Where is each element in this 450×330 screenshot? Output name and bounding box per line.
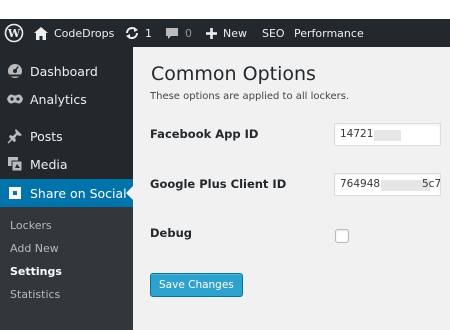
sidebar-item-label: Posts — [30, 128, 63, 144]
share-icon — [1, 179, 29, 207]
page-description: These options are applied to all lockers… — [150, 91, 350, 102]
submenu-item-statistics[interactable]: Statistics — [10, 288, 60, 301]
google-plus-client-id-input[interactable]: 764948 5c7 — [334, 173, 441, 196]
new-label: New — [223, 26, 247, 40]
page-title: Common Options — [151, 63, 316, 85]
submenu-item-settings[interactable]: Settings — [10, 265, 62, 278]
sidebar-item-posts[interactable]: Posts — [0, 122, 133, 150]
sidebar-item-label: Media — [30, 156, 68, 172]
sidebar-item-label: Share on Social — [30, 185, 127, 201]
updates-icon — [124, 26, 140, 40]
google-plus-client-id-label: Google Plus Client ID — [150, 177, 287, 191]
redacted-value-blur — [374, 130, 401, 141]
submenu-item-lockers[interactable]: Lockers — [10, 219, 52, 232]
dashboard-icon — [1, 57, 29, 85]
sidebar-item-media[interactable]: Media — [0, 150, 133, 178]
svg-text:W: W — [7, 27, 21, 40]
updates-button[interactable]: 1 — [124, 19, 152, 47]
comments-count: 0 — [185, 26, 192, 40]
save-changes-button[interactable]: Save Changes — [150, 273, 243, 297]
wordpress-logo-icon: W — [4, 23, 24, 43]
debug-label: Debug — [150, 226, 192, 240]
settings-content: Common Options These options are applied… — [133, 47, 450, 330]
sidebar-item-dashboard[interactable]: Dashboard — [0, 57, 133, 85]
admin-sidebar: Dashboard Analytics Posts Media Share on… — [0, 47, 133, 330]
performance-menu[interactable]: Performance — [294, 19, 364, 47]
seo-menu[interactable]: SEO — [262, 19, 285, 47]
site-name-link[interactable]: CodeDrops — [34, 19, 114, 47]
sidebar-item-label: Analytics — [30, 91, 87, 107]
updates-count: 1 — [145, 26, 152, 40]
submenu-item-add-new[interactable]: Add New — [10, 242, 59, 255]
facebook-app-id-label: Facebook App ID — [150, 127, 259, 141]
media-icon — [1, 150, 29, 178]
facebook-app-id-input[interactable]: 14721 — [334, 123, 441, 146]
google-plus-client-id-value-end: 5c7 — [422, 178, 441, 190]
share-on-social-submenu: Lockers Add New Settings Statistics — [0, 207, 133, 330]
comment-icon — [165, 27, 179, 40]
sidebar-item-share-on-social[interactable]: Share on Social — [0, 179, 133, 207]
analytics-icon — [1, 85, 29, 113]
comments-button[interactable]: 0 — [165, 19, 192, 47]
new-content-button[interactable]: New — [206, 19, 247, 47]
sidebar-item-analytics[interactable]: Analytics — [0, 85, 133, 113]
sidebar-item-label: Dashboard — [30, 63, 98, 79]
google-plus-client-id-value-start: 764948 — [340, 178, 381, 190]
site-name-label: CodeDrops — [54, 26, 115, 40]
seo-label: SEO — [262, 26, 285, 40]
performance-label: Performance — [294, 26, 364, 40]
pin-icon — [1, 122, 29, 150]
facebook-app-id-value: 14721 — [340, 128, 374, 140]
debug-checkbox[interactable] — [335, 229, 349, 243]
plus-icon — [206, 27, 217, 39]
admin-bar: W CodeDrops 1 0 New SEO Performance — [0, 19, 450, 47]
wordpress-logo-button[interactable]: W — [4, 19, 24, 47]
home-icon — [34, 26, 48, 40]
